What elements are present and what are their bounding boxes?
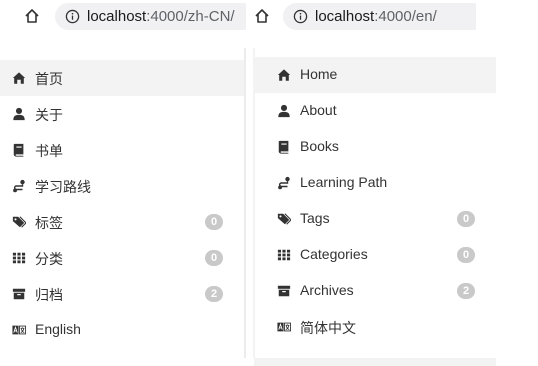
sidebar-en: localhost:4000/en/ Home About Books Lear…	[254, 0, 496, 366]
nav-label: 学习路线	[35, 179, 91, 195]
nav-item-language[interactable]: English	[0, 312, 246, 348]
nav-label: English	[35, 321, 81, 337]
language-icon	[12, 325, 26, 335]
nav-item-home[interactable]: Home	[254, 57, 496, 93]
browser-home-icon[interactable]	[254, 8, 270, 24]
panel-divider	[253, 48, 255, 358]
nav-item-books[interactable]: 书单	[0, 132, 246, 168]
archives-count-badge: 2	[457, 283, 475, 299]
categories-count-badge: 0	[457, 247, 475, 263]
nav-label: 书单	[35, 143, 63, 159]
nav-item-tags[interactable]: 标签 0	[0, 204, 246, 240]
browser-toolbar: localhost:4000/zh-CN/	[0, 0, 246, 32]
nav-item-books[interactable]: Books	[254, 129, 496, 165]
route-icon	[13, 179, 25, 193]
nav-label: About	[300, 102, 337, 118]
nav-item-archives[interactable]: 归档 2	[0, 276, 246, 312]
user-icon	[13, 107, 25, 121]
categories-count-badge: 0	[205, 250, 223, 266]
url-text: localhost:4000/zh-CN/	[87, 8, 235, 25]
tags-count-badge: 0	[457, 211, 475, 227]
nav-item-learning-path[interactable]: 学习路线	[0, 168, 246, 204]
nav-label: 首页	[35, 71, 63, 87]
route-icon	[278, 176, 290, 190]
browser-toolbar: localhost:4000/en/	[254, 0, 496, 32]
user-icon	[278, 104, 290, 118]
nav-label: Tags	[300, 210, 330, 226]
nav-item-archives[interactable]: Archives 2	[254, 273, 496, 309]
sidebar-zh-cn: localhost:4000/zh-CN/ 首页 关于 书单 学习路线 标签 0…	[0, 0, 246, 366]
grid-icon	[12, 252, 26, 264]
nav-label: Learning Path	[300, 174, 388, 190]
home-icon	[277, 69, 291, 81]
panel-divider	[244, 48, 246, 358]
nav-item-categories[interactable]: Categories 0	[254, 237, 496, 273]
address-bar[interactable]: localhost:4000/zh-CN/	[55, 3, 246, 30]
nav-label: 标签	[35, 215, 63, 231]
nav-label: Categories	[300, 246, 368, 262]
nav-label: 简体中文	[300, 320, 356, 336]
archive-icon	[277, 285, 291, 297]
nav-label: Books	[300, 138, 339, 154]
nav-item-about[interactable]: About	[254, 93, 496, 129]
browser-home-icon[interactable]	[24, 8, 40, 24]
nav-item-learning-path[interactable]: Learning Path	[254, 165, 496, 201]
tags-icon	[12, 216, 26, 228]
archive-icon	[12, 288, 26, 300]
nav-item-language[interactable]: 简体中文	[254, 309, 496, 345]
nav-label: 关于	[35, 107, 63, 123]
nav-label: 分类	[35, 251, 63, 267]
url-text: localhost:4000/en/	[315, 8, 437, 25]
tags-count-badge: 0	[205, 214, 223, 230]
panel-bottom-edge	[254, 358, 496, 366]
nav-label: Home	[300, 66, 338, 82]
nav-item-home[interactable]: 首页	[0, 60, 246, 96]
tags-icon	[277, 213, 291, 225]
nav-label: Archives	[300, 282, 354, 298]
info-icon[interactable]	[293, 9, 308, 24]
nav-label: 归档	[35, 287, 63, 303]
book-icon	[13, 143, 24, 157]
address-bar[interactable]: localhost:4000/en/	[283, 3, 476, 30]
nav-item-about[interactable]: 关于	[0, 96, 246, 132]
archives-count-badge: 2	[205, 286, 223, 302]
nav-item-tags[interactable]: Tags 0	[254, 201, 496, 237]
book-icon	[278, 140, 289, 154]
home-icon	[12, 72, 26, 84]
nav-item-categories[interactable]: 分类 0	[0, 240, 246, 276]
language-icon	[277, 322, 291, 332]
grid-icon	[277, 249, 291, 261]
info-icon[interactable]	[65, 9, 80, 24]
